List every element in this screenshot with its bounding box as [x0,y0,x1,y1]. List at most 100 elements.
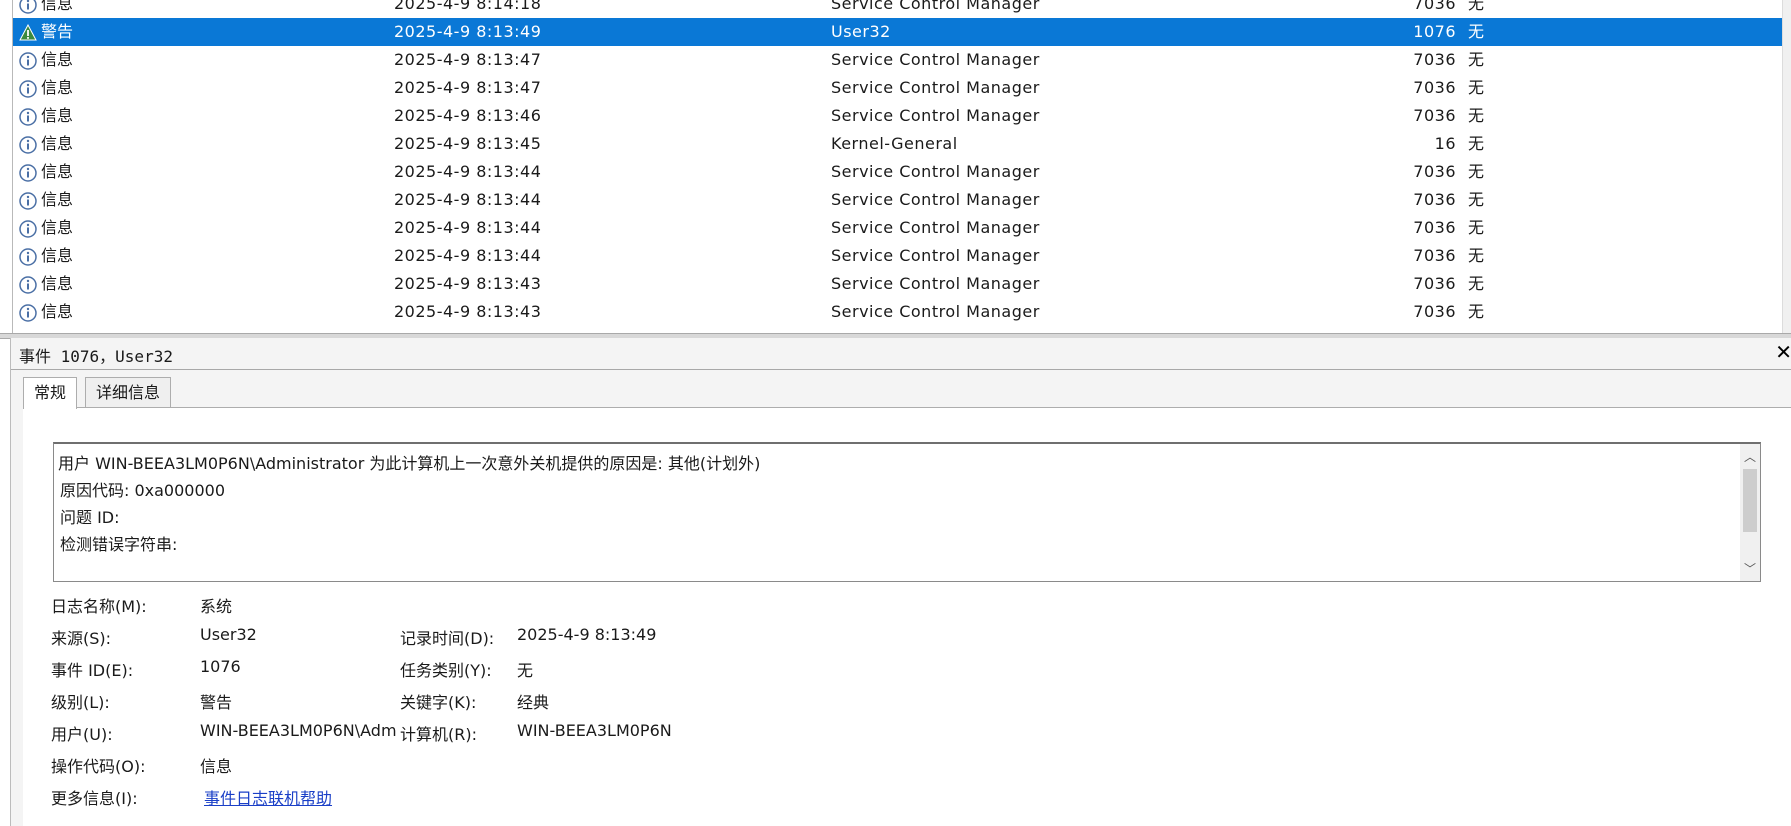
event-id: 7036 [1413,106,1456,125]
info-icon [19,191,37,210]
info-icon [19,135,37,154]
event-message-box[interactable]: 用户 WIN-BEEA3LM0P6N\Administrator 为此计算机上一… [53,442,1761,582]
level-label: 级别(L): [51,693,110,712]
event-source: Service Control Manager [831,246,1040,265]
event-datetime: 2025-4-9 8:13:45 [394,134,542,153]
scroll-down-icon[interactable]: ﹀ [1744,560,1756,577]
event-datetime: 2025-4-9 8:13:43 [394,274,542,293]
task-category-value: 无 [517,661,534,680]
event-level: 信息 [41,218,74,237]
event-id: 7036 [1413,246,1456,265]
event-level: 警告 [41,22,74,41]
log-name-value: 系统 [200,597,233,616]
event-datetime: 2025-4-9 8:13:47 [394,50,542,69]
event-source: Service Control Manager [831,274,1040,293]
info-icon [19,107,37,126]
event-datetime: 2025-4-9 8:13:44 [394,162,542,181]
event-row[interactable]: 信息 2025-4-9 8:13:46 Service Control Manage… [13,102,1783,130]
event-row[interactable]: 警告 2025-4-9 8:13:49 User32 1076 无 [13,18,1783,46]
event-source: Kernel-General [831,134,958,153]
event-task-category: 无 [1468,106,1485,125]
event-task-category: 无 [1468,246,1485,265]
source-value: User32 [200,625,257,644]
source-label: 来源(S): [51,629,112,648]
scrollbar-thumb[interactable] [1743,469,1757,532]
level-value: 警告 [200,693,233,712]
event-task-category: 无 [1468,302,1485,321]
event-row[interactable]: 信息 2025-4-9 8:13:47 Service Control Manage… [13,74,1783,102]
event-source: Service Control Manager [831,0,1040,13]
event-row[interactable]: 信息 2025-4-9 8:13:44 Service Control Manage… [13,214,1783,242]
event-row[interactable]: 信息 2025-4-9 8:13:44 Service Control Manage… [13,158,1783,186]
event-log-online-help-link[interactable]: 事件日志联机帮助 [204,785,332,809]
message-scrollbar[interactable]: ︿ ﹀ [1740,444,1760,581]
event-source: Service Control Manager [831,78,1040,97]
event-datetime: 2025-4-9 8:14:18 [394,0,542,13]
detail-header: 事件 1076，User32 ✕ [11,338,1791,370]
event-level: 信息 [41,246,74,265]
event-id: 7036 [1413,50,1456,69]
event-level: 信息 [41,134,74,153]
event-list[interactable]: 信息 2025-4-9 8:14:18 Service Control Manage… [12,0,1791,333]
event-id: 7036 [1413,274,1456,293]
event-task-category: 无 [1468,190,1485,209]
scroll-up-icon[interactable]: ︿ [1744,448,1756,465]
keywords-value: 经典 [517,693,550,712]
event-row[interactable]: 信息 2025-4-9 8:13:45 Kernel-General 16 无 [13,130,1783,158]
event-row[interactable]: 信息 2025-4-9 8:13:43 Service Control Manage… [13,270,1783,298]
event-datetime: 2025-4-9 8:13:44 [394,246,542,265]
opcode-value: 信息 [200,757,233,776]
event-detail-pane: 事件 1076，User32 ✕ 常规 详细信息 用户 WIN-BEEA3LM0… [10,338,1791,826]
event-level: 信息 [41,190,74,209]
log-name-label: 日志名称(M): [51,597,147,616]
info-icon [19,51,37,70]
event-source: Service Control Manager [831,218,1040,237]
event-level: 信息 [41,162,74,181]
info-icon [19,0,37,14]
event-viewer-window: 信息 2025-4-9 8:14:18 Service Control Manage… [0,0,1791,826]
event-row[interactable]: 信息 2025-4-9 8:13:44 Service Control Manage… [13,186,1783,214]
list-scrollbar[interactable] [1782,0,1791,333]
event-datetime: 2025-4-9 8:13:44 [394,218,542,237]
event-id: 16 [1434,134,1456,153]
info-icon [19,275,37,294]
event-source: Service Control Manager [831,106,1040,125]
event-task-category: 无 [1468,22,1485,41]
event-level: 信息 [41,106,74,125]
user-value: WIN-BEEA3LM0P6N\Adm [200,721,397,740]
event-source: Service Control Manager [831,162,1040,181]
event-row[interactable]: 信息 2025-4-9 8:13:44 Service Control Manage… [13,242,1783,270]
event-id-label: 事件 ID(E): [51,661,134,680]
event-id: 1076 [1413,22,1456,41]
info-icon [19,247,37,266]
message-line: 用户 WIN-BEEA3LM0P6N\Administrator 为此计算机上一… [58,454,761,473]
event-level: 信息 [41,274,74,293]
event-source: User32 [831,22,891,41]
tab-details[interactable]: 详细信息 [85,377,172,408]
event-row[interactable]: 信息 2025-4-9 8:13:47 Service Control Manage… [13,46,1783,74]
event-datetime: 2025-4-9 8:13:44 [394,190,542,209]
event-task-category: 无 [1468,78,1485,97]
event-id: 7036 [1413,218,1456,237]
event-level: 信息 [41,0,74,13]
event-datetime: 2025-4-9 8:13:47 [394,78,542,97]
event-row[interactable]: 信息 2025-4-9 8:14:18 Service Control Manage… [13,0,1783,18]
event-row[interactable]: 信息 2025-4-9 8:13:43 Service Control Manage… [13,298,1783,326]
info-icon [19,303,37,322]
event-id: 7036 [1413,0,1456,13]
task-category-label: 任务类别(Y): [400,661,492,680]
event-source: Service Control Manager [831,190,1040,209]
tab-general[interactable]: 常规 [23,377,78,409]
computer-label: 计算机(R): [400,725,477,744]
event-id: 7036 [1413,162,1456,181]
close-icon[interactable]: ✕ [1775,340,1791,364]
event-task-category: 无 [1468,218,1485,237]
warning-icon [19,23,37,41]
detail-title: 事件 1076，User32 [19,347,173,366]
event-id: 7036 [1413,302,1456,321]
event-level: 信息 [41,302,74,321]
event-task-category: 无 [1468,274,1485,293]
event-task-category: 无 [1468,50,1485,69]
event-datetime: 2025-4-9 8:13:49 [394,22,542,41]
event-source: Service Control Manager [831,302,1040,321]
